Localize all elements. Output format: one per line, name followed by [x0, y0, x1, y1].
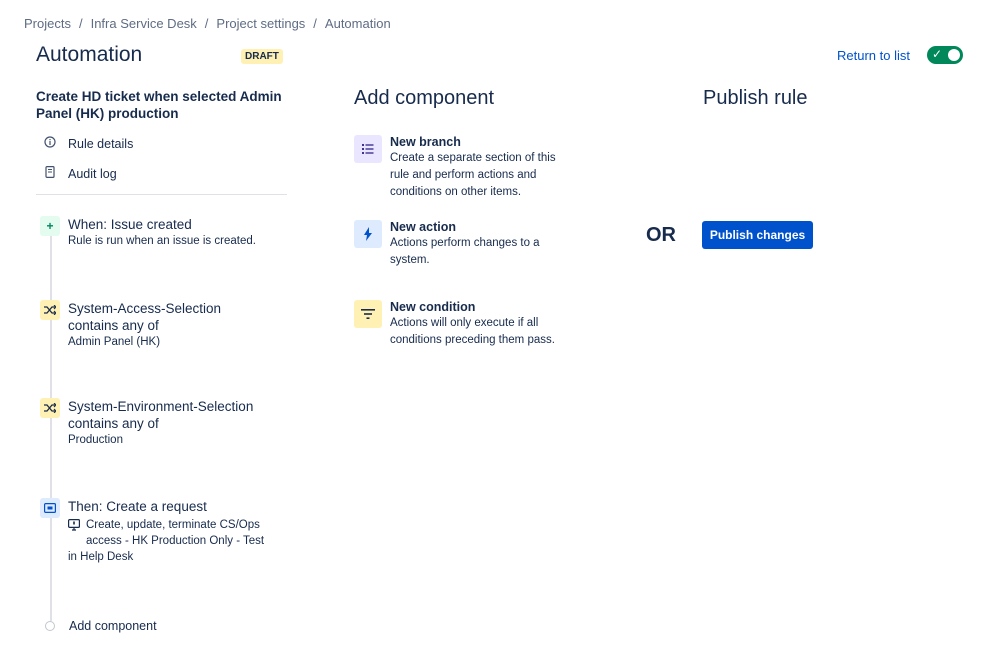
shuffle-icon	[40, 398, 60, 418]
action-detail: in Help Desk	[68, 551, 134, 563]
publish-rule-heading: Publish rule	[703, 87, 808, 109]
breadcrumb: Projects / Infra Service Desk / Project …	[24, 16, 391, 31]
circle-icon	[45, 621, 55, 631]
add-component-link[interactable]: Add component	[45, 619, 157, 633]
draft-badge: DRAFT	[241, 49, 283, 64]
new-action-option[interactable]: New action Actions perform changes to a …	[354, 220, 570, 269]
action-step-create-request[interactable]: Then: Create a request Create, update, t…	[40, 498, 278, 565]
option-title: New condition	[390, 300, 476, 314]
condition-title: System-Access-Selection	[68, 301, 222, 316]
toggle-knob	[948, 49, 960, 61]
condition-title: System-Environment-Selection	[68, 399, 254, 414]
breadcrumb-separator: /	[78, 16, 83, 31]
request-type-icon	[68, 517, 81, 549]
condition-operator: contains any of	[68, 416, 159, 431]
condition-step-access[interactable]: System-Access-Selection contains any of …	[40, 300, 221, 350]
page-title: Automation	[36, 43, 143, 66]
condition-value: Production	[68, 434, 123, 446]
rule-enabled-toggle[interactable]: ✓	[927, 46, 963, 64]
breadcrumb-project-settings[interactable]: Project settings	[216, 16, 305, 31]
filter-icon	[354, 300, 382, 328]
option-title: New action	[390, 220, 456, 234]
option-description: Create a separate section of this	[390, 152, 556, 164]
option-description: rule and perform actions and	[390, 169, 537, 181]
condition-operator: contains any of	[68, 318, 159, 333]
option-description: Actions will only execute if all	[390, 317, 539, 329]
request-icon	[40, 498, 60, 518]
condition-step-environment[interactable]: System-Environment-Selection contains an…	[40, 398, 253, 448]
option-description: Actions perform changes to a	[390, 237, 540, 249]
rule-name: Create HD ticket when selected Admin Pan…	[36, 89, 282, 121]
rule-details-link[interactable]: Rule details	[44, 136, 133, 151]
info-icon	[44, 136, 56, 151]
breadcrumb-automation[interactable]: Automation	[325, 16, 391, 31]
action-detail: access - HK Production Only - Test	[86, 535, 265, 547]
shuffle-icon	[40, 300, 60, 320]
new-condition-option[interactable]: New condition Actions will only execute …	[354, 300, 570, 349]
action-detail: Create, update, terminate CS/Ops	[86, 519, 260, 531]
publish-changes-button[interactable]: Publish changes	[702, 221, 813, 249]
add-component-label: Add component	[69, 619, 157, 633]
condition-value: Admin Panel (HK)	[68, 336, 161, 348]
breadcrumb-projects[interactable]: Projects	[24, 16, 71, 31]
option-title: New branch	[390, 135, 461, 149]
audit-log-label: Audit log	[68, 166, 117, 181]
or-label: OR	[646, 224, 676, 246]
document-icon	[44, 166, 56, 181]
option-description: system.	[390, 254, 430, 266]
breadcrumb-separator: /	[313, 16, 317, 31]
divider	[36, 194, 287, 195]
trigger-step[interactable]: + When: Issue created Rule is run when a…	[40, 216, 256, 249]
trigger-description: Rule is run when an issue is created.	[68, 235, 256, 247]
option-description: conditions preceding them pass.	[390, 334, 555, 346]
lightning-icon	[354, 220, 382, 248]
new-branch-option[interactable]: New branch Create a separate section of …	[354, 135, 570, 201]
audit-log-link[interactable]: Audit log	[44, 166, 117, 181]
plus-icon: +	[40, 216, 60, 236]
trigger-title: When: Issue created	[68, 217, 192, 232]
list-icon	[354, 135, 382, 163]
action-title: Then: Create a request	[68, 499, 207, 514]
breadcrumb-infra-service-desk[interactable]: Infra Service Desk	[91, 16, 197, 31]
add-component-heading: Add component	[354, 87, 495, 109]
breadcrumb-separator: /	[204, 16, 209, 31]
option-description: conditions on other items.	[390, 186, 522, 198]
rule-details-label: Rule details	[68, 136, 134, 151]
check-icon: ✓	[932, 47, 943, 61]
return-to-list-link[interactable]: Return to list	[837, 48, 910, 63]
